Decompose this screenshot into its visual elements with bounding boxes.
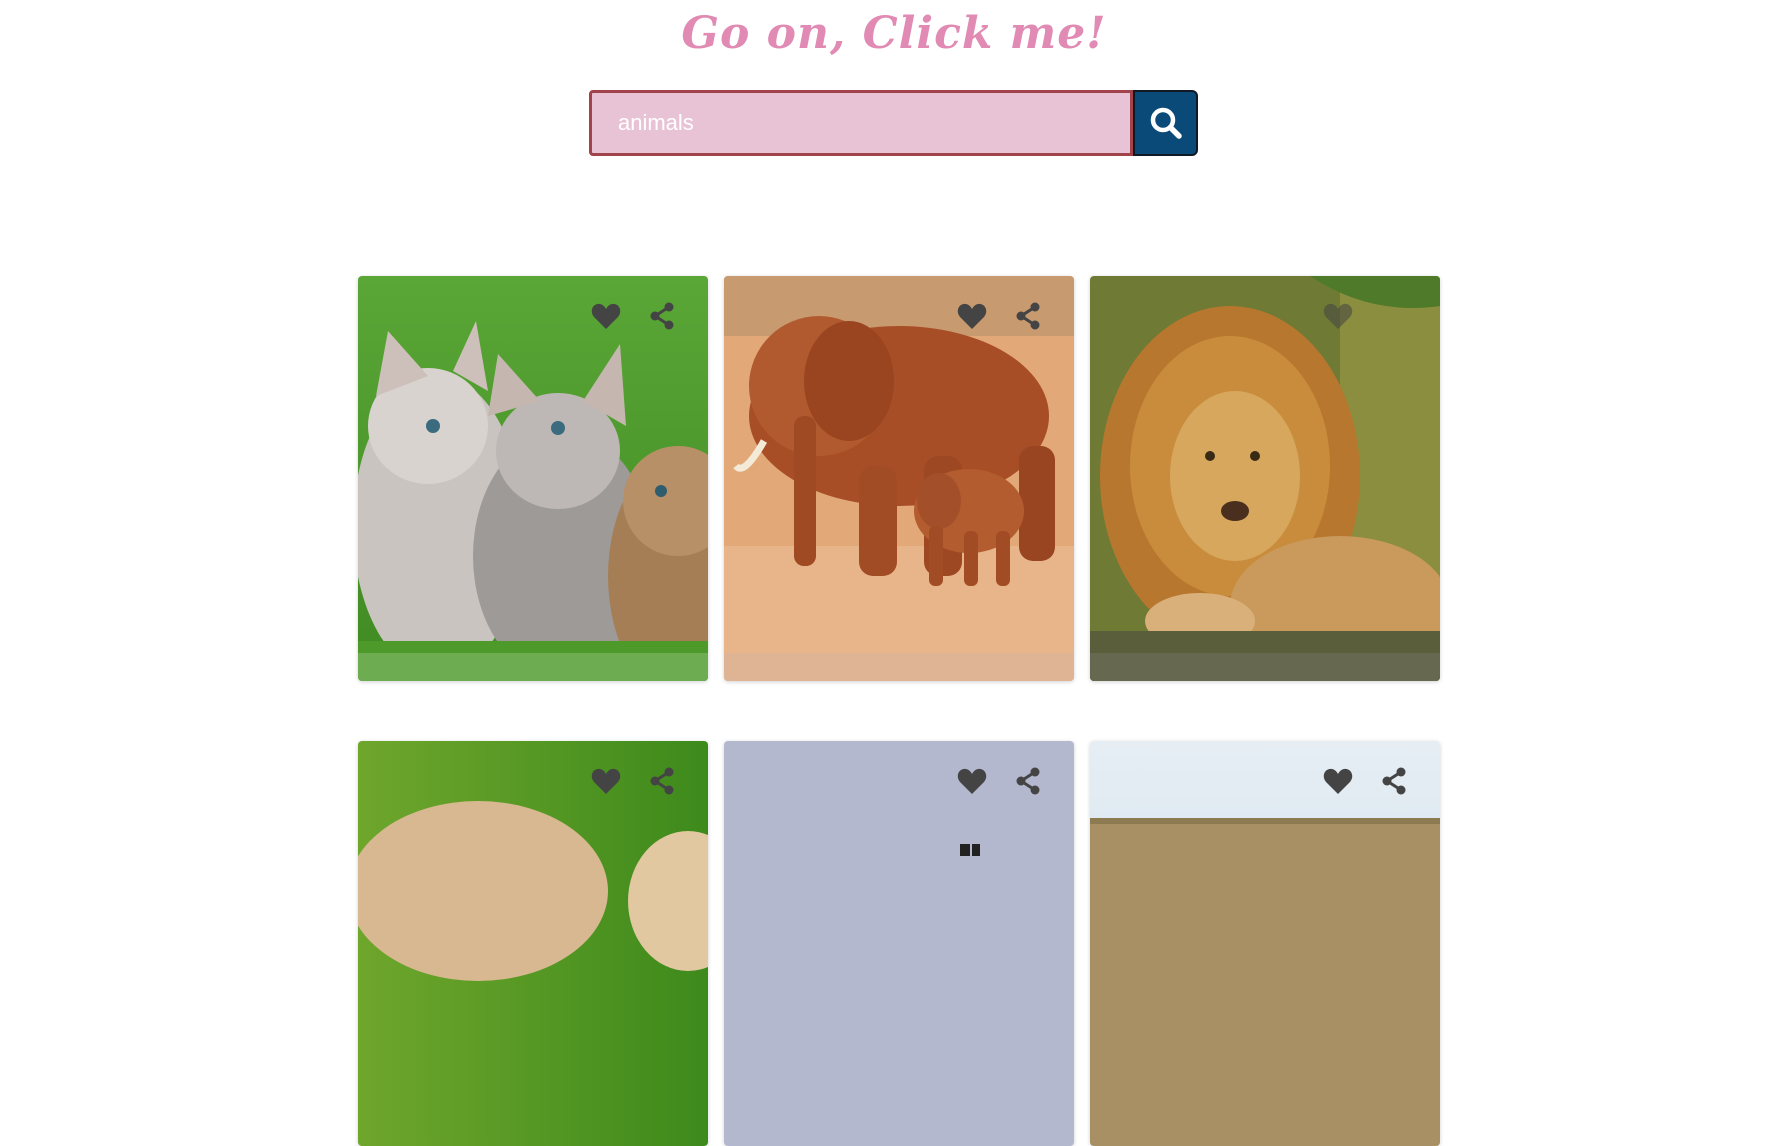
search-button[interactable] xyxy=(1133,90,1198,156)
heart-icon[interactable] xyxy=(590,300,622,332)
lion-photo xyxy=(1090,276,1440,681)
card-caption-strip xyxy=(724,653,1074,681)
elephants-photo xyxy=(724,276,1074,681)
gallery-card-kittens[interactable] xyxy=(358,276,708,681)
card-caption-strip xyxy=(358,653,708,681)
search-icon xyxy=(1150,107,1182,139)
share-icon[interactable] xyxy=(1378,300,1410,332)
heart-icon[interactable] xyxy=(956,300,988,332)
heart-icon[interactable] xyxy=(956,765,988,797)
heart-icon[interactable] xyxy=(590,765,622,797)
share-icon[interactable] xyxy=(646,765,678,797)
gallery-card-savanna[interactable] xyxy=(1090,741,1440,1146)
share-icon[interactable] xyxy=(646,300,678,332)
kittens-photo xyxy=(358,276,708,681)
sky-photo xyxy=(724,741,1074,1146)
share-icon[interactable] xyxy=(1012,300,1044,332)
heart-icon[interactable] xyxy=(1322,765,1354,797)
page-title: Go on, Click me! xyxy=(681,8,1107,59)
gallery-card-elephants[interactable] xyxy=(724,276,1074,681)
search-input[interactable] xyxy=(589,90,1133,156)
card-caption-strip xyxy=(1090,653,1440,681)
gallery-card-lion[interactable] xyxy=(1090,276,1440,681)
gallery-card-sky[interactable] xyxy=(724,741,1074,1146)
share-icon[interactable] xyxy=(1378,765,1410,797)
savanna-photo xyxy=(1090,741,1440,1146)
heart-icon[interactable] xyxy=(1322,300,1354,332)
gallery-card-fur[interactable] xyxy=(358,741,708,1146)
fur-photo xyxy=(358,741,708,1146)
search-bar xyxy=(589,90,1198,156)
share-icon[interactable] xyxy=(1012,765,1044,797)
